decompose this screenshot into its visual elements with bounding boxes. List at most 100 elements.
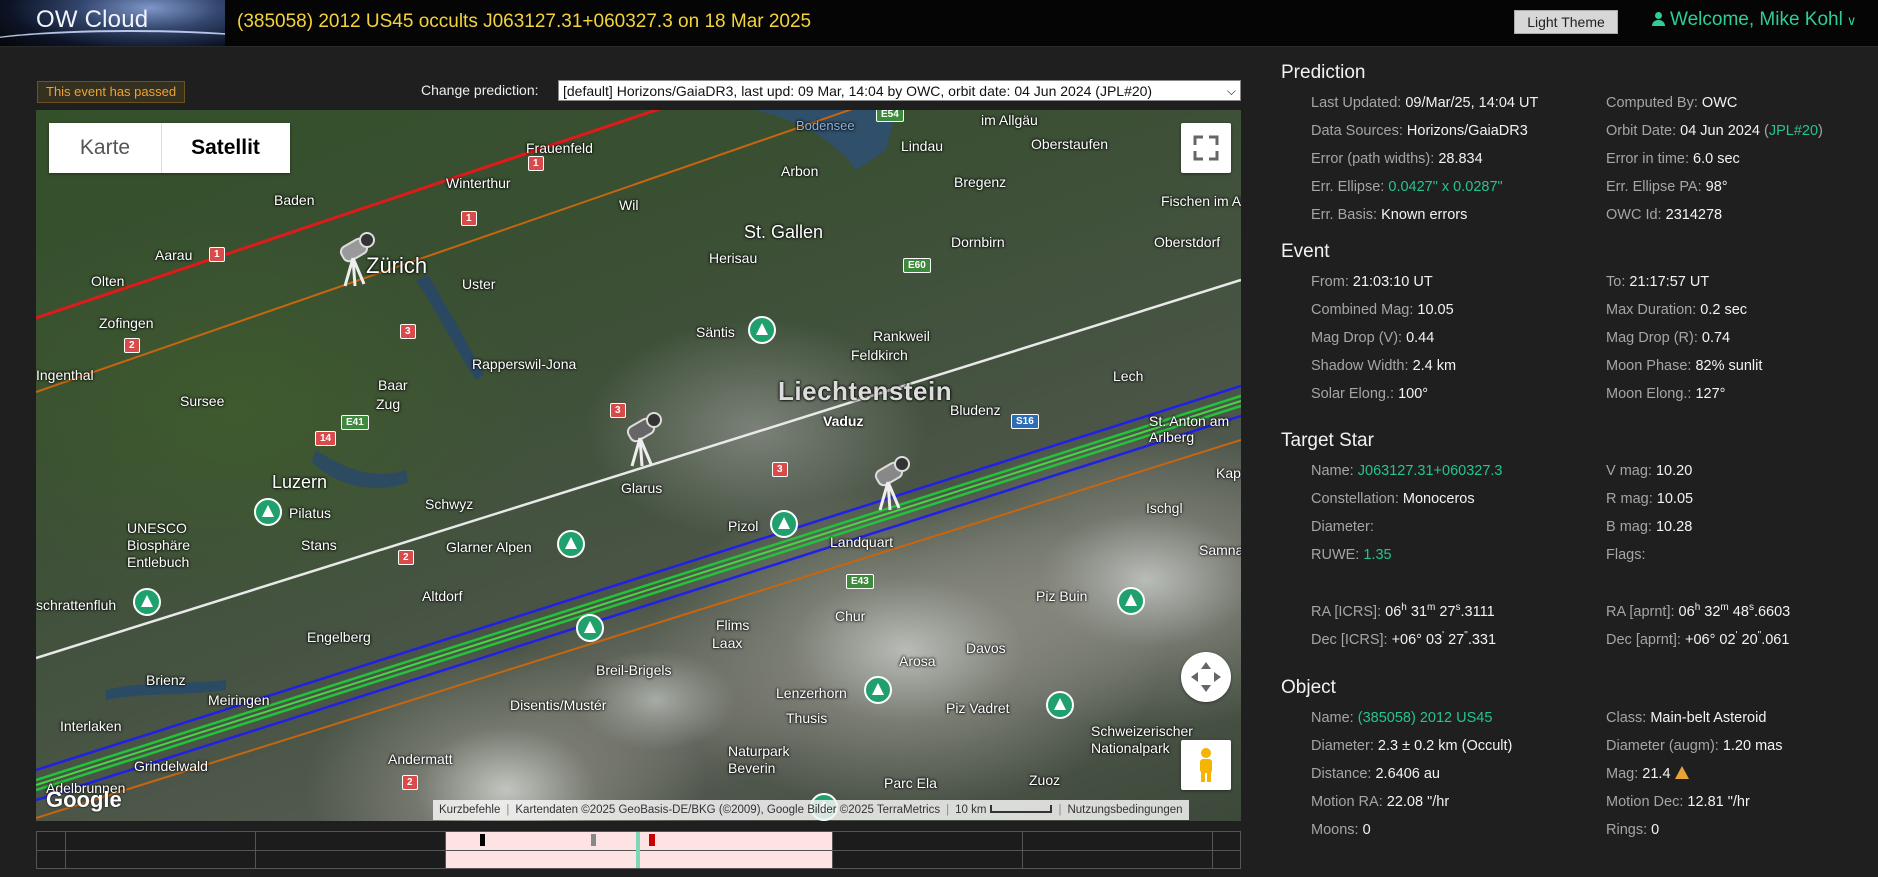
mag-drop-r-row: Mag Drop (R): 0.74 <box>1606 330 1730 346</box>
value: 82% sunlit <box>1695 358 1763 374</box>
dec-aprnt-row: Dec [aprnt]: +06° 02' 20".061 <box>1606 630 1789 648</box>
err-ellipse-link[interactable]: 0.0427" x 0.0287" <box>1388 179 1502 195</box>
label: Rings: <box>1606 822 1648 838</box>
fullscreen-button[interactable] <box>1181 123 1231 173</box>
warning-icon[interactable] <box>1674 766 1689 779</box>
label: From: <box>1311 274 1349 290</box>
event-heading: Event <box>1281 241 1330 262</box>
label: RA [aprnt]: <box>1606 603 1675 620</box>
terms-link[interactable]: Nutzungsbedingungen <box>1067 804 1182 816</box>
ruwe-link[interactable]: 1.35 <box>1363 547 1391 563</box>
place-label: Engelberg <box>307 629 371 645</box>
place-label: Winterthur <box>446 175 511 191</box>
place-label: Rankweil <box>873 328 930 344</box>
map-type-satellit-button[interactable]: Satellit <box>161 123 290 173</box>
star-diameter-row: Diameter: <box>1311 519 1374 535</box>
route-shield: 2 <box>124 338 140 353</box>
place-label: St. Gallen <box>744 222 824 242</box>
value: Horizons/GaiaDR3 <box>1406 123 1528 139</box>
label: Dec [ICRS]: <box>1311 631 1388 648</box>
error-path-row: Error (path widths): 28.834 <box>1311 151 1483 167</box>
satellite-map[interactable]: Frauenfeld Bodensee Lindau Oberstaufen i… <box>36 110 1241 821</box>
moon-elong-row: Moon Elong.: 127° <box>1606 386 1725 402</box>
place-label: Samnaun <box>1199 542 1241 558</box>
flags-row: Flags: <box>1606 547 1646 563</box>
park-pin-icon[interactable] <box>254 498 282 526</box>
label: Motion Dec: <box>1606 794 1684 810</box>
user-menu[interactable]: Welcome, Mike Kohl ∨ <box>1652 9 1856 31</box>
error-time-row: Error in time: 6.0 sec <box>1606 151 1740 167</box>
route-shield: E60 <box>903 258 931 273</box>
owcloud-logo[interactable]: OW Cloud <box>0 0 225 46</box>
street-view-pegman-button[interactable] <box>1181 740 1231 790</box>
jpl-link[interactable]: JPL#20 <box>1769 123 1818 139</box>
park-pin-icon[interactable] <box>748 316 776 344</box>
park-pin-icon[interactable] <box>864 676 892 704</box>
label: Diameter: <box>1311 738 1374 754</box>
route-shield: 2 <box>402 775 418 790</box>
value: 10.20 <box>1655 463 1693 479</box>
route-shield: S16 <box>1011 414 1039 429</box>
park-pin-icon[interactable] <box>1046 691 1074 719</box>
telescope-observer-icon[interactable] <box>331 228 381 290</box>
light-theme-button[interactable]: Light Theme <box>1514 10 1618 34</box>
place-label: Pilatus <box>289 505 332 521</box>
object-name-link[interactable]: (385058) 2012 US45 <box>1358 710 1493 726</box>
keyboard-shortcuts-link[interactable]: Kurzbefehle <box>439 804 500 816</box>
telescope-observer-icon[interactable] <box>618 408 668 470</box>
place-label: St. Anton am Arlberg <box>1149 413 1230 445</box>
park-pin-icon[interactable] <box>576 614 604 642</box>
place-label: Davos <box>966 640 1006 656</box>
ruwe-row: RUWE: 1.35 <box>1311 547 1392 563</box>
label: Solar Elong.: <box>1311 386 1395 402</box>
label: V mag: <box>1606 463 1652 479</box>
place-label: Uster <box>462 276 496 292</box>
park-pin-icon[interactable] <box>1117 587 1145 615</box>
route-shield: 1 <box>461 211 477 226</box>
class-row: Class: Main-belt Asteroid <box>1606 710 1766 726</box>
label: Diameter: <box>1311 519 1374 535</box>
sigma-limit-south-line <box>36 439 1241 819</box>
park-pin-icon[interactable] <box>770 510 798 538</box>
value: 10.05 <box>1417 302 1454 318</box>
constellation-row: Constellation: Monoceros <box>1311 491 1475 507</box>
timeline-tick <box>832 832 833 868</box>
place-label: UNESCO Biosphäre Entlebuch <box>127 520 191 570</box>
label: Data Sources: <box>1311 123 1403 139</box>
label: Constellation: <box>1311 491 1399 507</box>
label: Err. Basis: <box>1311 207 1378 223</box>
place-label: Laax <box>712 635 743 651</box>
map-scale-label[interactable]: 10 km <box>955 804 986 816</box>
map-type-karte-button[interactable]: Karte <box>49 123 162 173</box>
star-name-link[interactable]: J063127.31+060327.3 <box>1358 463 1503 479</box>
event-timeline[interactable] <box>36 831 1241 869</box>
park-pin-icon[interactable] <box>133 588 161 616</box>
from-row: From: 21:03:10 UT <box>1311 274 1433 290</box>
place-label: Säntis <box>696 324 735 340</box>
pan-arrows-icon <box>1191 662 1221 692</box>
telescope-observer-icon[interactable] <box>866 452 916 514</box>
value: 0.2 sec <box>1700 302 1748 318</box>
place-label: Zug <box>376 396 401 412</box>
shadow-width-row: Shadow Width: 2.4 km <box>1311 358 1456 374</box>
target-star-heading: Target Star <box>1281 430 1374 451</box>
value: Known errors <box>1381 207 1468 223</box>
place-label: Ischgl <box>1146 500 1183 516</box>
label: Err. Ellipse: <box>1311 179 1385 195</box>
label: Combined Mag: <box>1311 302 1414 318</box>
map-data-attribution: Kartendaten ©2025 GeoBasis-DE/BKG (©2009… <box>515 804 941 816</box>
value: 04 Jun 2024 <box>1680 123 1760 139</box>
b-mag-row: B mag: 10.28 <box>1606 519 1692 535</box>
label: Distance: <box>1311 766 1372 782</box>
timeline-tick <box>255 832 256 868</box>
value: 21:17:57 UT <box>1629 274 1710 290</box>
place-label: Baden <box>274 192 315 208</box>
place-label: Aarau <box>155 247 193 263</box>
park-pin-icon[interactable] <box>557 530 585 558</box>
camera-control-button[interactable] <box>1181 652 1231 702</box>
err-ellipse-pa-row: Err. Ellipse PA: 98° <box>1606 179 1728 195</box>
change-prediction-select[interactable]: [default] Horizons/GaiaDR3, last upd: 09… <box>558 80 1241 101</box>
value: 06h 32m 48s.6603 <box>1678 602 1791 620</box>
place-label: Wil <box>619 197 639 213</box>
timeline-tick <box>445 832 446 868</box>
